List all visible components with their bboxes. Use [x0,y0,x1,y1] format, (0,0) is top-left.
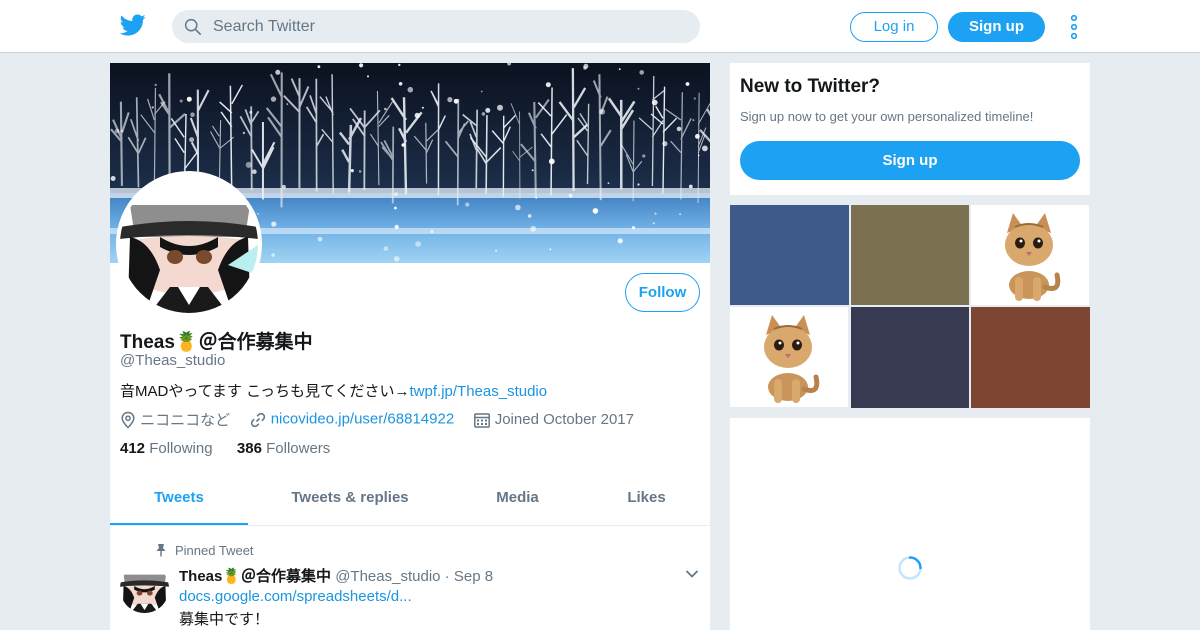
calendar-icon [473,412,490,428]
tweet-date[interactable]: Sep 8 [454,568,493,585]
media-thumbnail[interactable] [971,205,1090,305]
signup-promo-button[interactable]: Sign up [740,141,1080,180]
followers-label: Followers [266,440,331,457]
search-icon [184,18,202,36]
following-count: 412 [120,440,146,457]
profile-joined-date: Joined October 2017 [494,411,634,428]
location-pin-icon [121,411,135,429]
tweet-text: 募集中です！ [179,611,270,628]
sign-up-button[interactable]: Sign up [948,12,1045,42]
profile-website-link[interactable]: nicovideo.jp/user/68814922 [271,410,454,427]
media-grid [730,205,1090,408]
following-stat[interactable]: 412 Following [120,440,213,457]
tweet-author-avatar[interactable] [120,564,169,613]
chevron-down-icon[interactable] [685,569,699,579]
bio-text: 音MADやってます こっちも見てください→ [120,383,410,400]
media-thumbnail[interactable] [851,307,969,408]
profile-column: Follow Theas🍍＠合作募集中 @Theas_studio 音MADやっ… [110,63,710,630]
pinned-label: Pinned Tweet [175,543,254,558]
followers-count: 386 [236,440,262,457]
pin-icon [156,544,166,557]
media-thumbnail[interactable] [730,205,849,305]
follow-button[interactable]: Follow [625,273,700,312]
signup-promo-card: New to Twitter? Sign up now to get your … [730,63,1090,195]
profile-location: ニコニコなど [140,412,231,429]
twitter-bird-icon[interactable] [120,12,146,38]
profile-tabs: Tweets Tweets & replies Media Likes [110,475,710,526]
log-in-button[interactable]: Log in [850,12,938,42]
top-navigation-bar: Search Twitter Log in Sign up [0,0,1200,53]
media-thumbnail[interactable] [971,307,1090,408]
tab-likes[interactable]: Likes [605,475,688,525]
loading-spinner-icon [898,556,922,580]
profile-avatar[interactable] [116,171,262,317]
profile-bio: 音MADやってます こっちも見てください→twpf.jp/Theas_studi… [120,380,547,401]
vertical-dots-icon[interactable] [1066,14,1082,40]
followers-stat[interactable]: 386 Followers [237,440,330,457]
pinned-tweet-indicator: Pinned Tweet [155,543,254,558]
signup-promo-title: New to Twitter? [740,76,881,97]
bio-link[interactable]: twpf.jp/Theas_studio [410,383,548,400]
profile-stats: 412 Following 386 Followers [120,440,330,457]
tweet-author-name[interactable]: Theas🍍＠合作募集中 [179,568,331,585]
profile-display-name: Theas🍍＠合作募集中 [120,332,313,353]
profile-handle: @Theas_studio [120,352,226,369]
tab-tweets-and-replies[interactable]: Tweets & replies [270,475,430,525]
media-thumbnail[interactable] [851,205,969,305]
tweet-author-handle[interactable]: @Theas_studio [335,568,440,585]
tweet-separator: · [444,568,450,585]
profile-meta: ニコニコなど nicovideo.jp/user/68814922 Joined… [120,409,634,431]
link-icon [250,412,265,427]
tweet-header: Theas🍍＠合作募集中 @Theas_studio · Sep 8 [179,565,493,586]
media-thumbnail[interactable] [730,307,849,408]
search-input[interactable]: Search Twitter [213,18,315,36]
tweet-link[interactable]: docs.google.com/spreadsheets/d... [179,588,412,605]
tab-tweets[interactable]: Tweets [110,475,248,525]
search-box[interactable]: Search Twitter [172,10,700,43]
loading-panel [730,418,1090,630]
signup-promo-subtitle: Sign up now to get your own personalized… [740,109,1034,124]
following-label: Following [149,440,213,457]
tab-media[interactable]: Media [470,475,565,525]
